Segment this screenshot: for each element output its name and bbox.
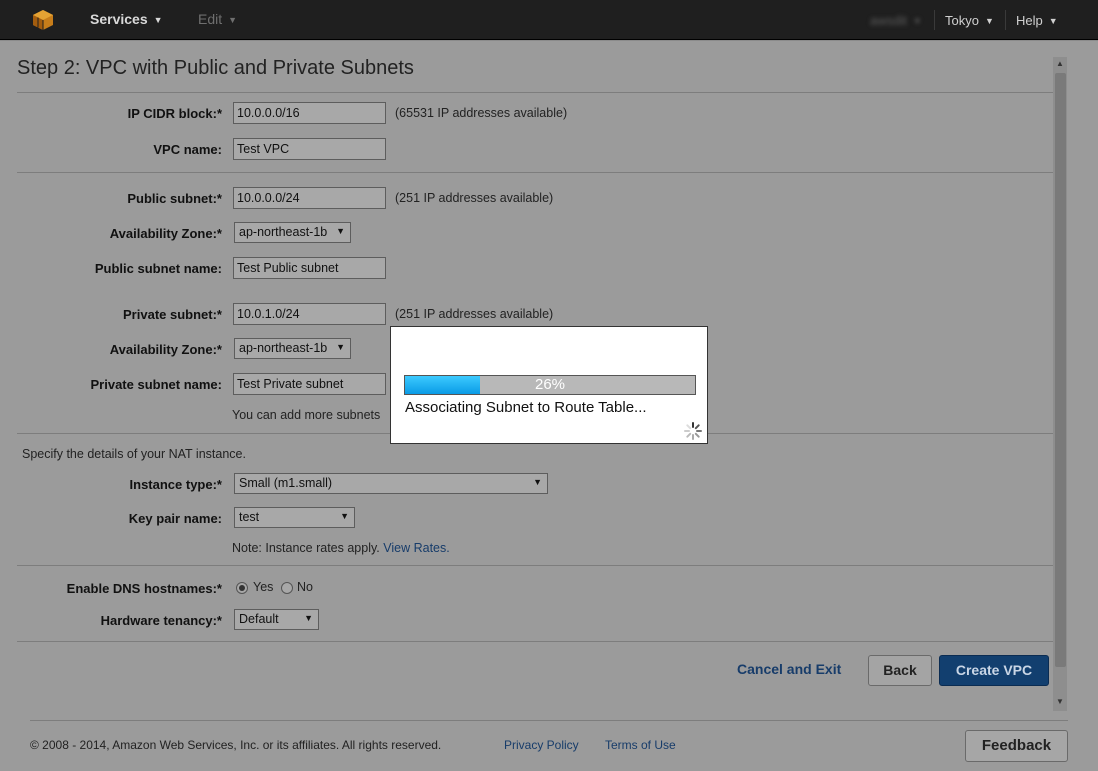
nat-intro-text: Specify the details of your NAT instance… xyxy=(22,447,246,461)
footer-divider xyxy=(30,720,1068,721)
instance-type-select[interactable]: Small (m1.small) ▼ xyxy=(234,473,548,494)
help-menu-label: Help xyxy=(1016,13,1043,28)
divider xyxy=(17,172,1053,173)
divider xyxy=(17,92,1053,93)
scrollbar-thumb[interactable] xyxy=(1055,73,1066,667)
dropdown-arrow-icon: ▼ xyxy=(533,477,542,487)
private-az-value: ap-northeast-1b xyxy=(239,341,328,355)
instance-type-value: Small (m1.small) xyxy=(239,476,333,490)
key-pair-value: test xyxy=(239,510,260,524)
chevron-down-icon: ▼ xyxy=(228,15,238,25)
vpc-name-label: VPC name: xyxy=(153,142,222,157)
top-nav-bar: Services ▼ Edit ▼ awsdit ▼ Tokyo ▼ Help ▼ xyxy=(0,0,1098,40)
key-pair-select[interactable]: test ▼ xyxy=(234,507,355,528)
public-subnet-input[interactable]: 10.0.0.0/24 xyxy=(233,187,386,209)
divider xyxy=(17,641,1053,642)
edit-menu-label: Edit xyxy=(198,11,223,27)
nav-divider xyxy=(1005,10,1006,30)
copyright-text: © 2008 - 2014, Amazon Web Services, Inc.… xyxy=(30,738,442,752)
dns-no-radio[interactable] xyxy=(281,582,293,594)
rates-note-text: Note: Instance rates apply. xyxy=(232,541,380,555)
cancel-and-exit-link[interactable]: Cancel and Exit xyxy=(737,661,841,677)
public-subnet-label: Public subnet:* xyxy=(127,191,222,206)
progress-dialog: 26% Associating Subnet to Route Table... xyxy=(390,326,708,444)
page-title: Step 2: VPC with Public and Private Subn… xyxy=(17,57,414,79)
instance-type-label: Instance type:* xyxy=(129,477,222,492)
private-subnet-label: Private subnet:* xyxy=(123,307,222,322)
view-rates-link[interactable]: View Rates. xyxy=(383,541,449,555)
chevron-down-icon: ▼ xyxy=(984,16,994,26)
aws-logo-icon[interactable] xyxy=(32,9,54,31)
edit-menu[interactable]: Edit ▼ xyxy=(198,11,237,27)
private-subnet-note: (251 IP addresses available) xyxy=(395,307,554,321)
hardware-tenancy-select[interactable]: Default ▼ xyxy=(234,609,319,630)
back-button[interactable]: Back xyxy=(868,655,932,686)
cidr-block-input[interactable]: 10.0.0.0/16 xyxy=(233,102,386,124)
dns-yes-radio[interactable] xyxy=(236,582,248,594)
region-menu[interactable]: Tokyo ▼ xyxy=(945,13,994,28)
dropdown-arrow-icon: ▼ xyxy=(304,613,313,623)
dns-yes-label: Yes xyxy=(253,580,274,594)
nav-divider xyxy=(934,10,935,30)
private-az-select[interactable]: ap-northeast-1b ▼ xyxy=(234,338,351,359)
dns-no-label: No xyxy=(297,580,313,594)
private-subnet-name-input[interactable]: Test Private subnet xyxy=(233,373,386,395)
help-menu[interactable]: Help ▼ xyxy=(1016,13,1058,28)
privacy-policy-link[interactable]: Privacy Policy xyxy=(504,738,579,752)
public-subnet-note: (251 IP addresses available) xyxy=(395,191,554,205)
private-subnet-input[interactable]: 10.0.1.0/24 xyxy=(233,303,386,325)
private-az-label: Availability Zone:* xyxy=(109,342,222,357)
progress-bar: 26% xyxy=(404,375,696,395)
scroll-up-arrow-icon[interactable]: ▲ xyxy=(1053,57,1067,71)
region-menu-label: Tokyo xyxy=(945,13,979,28)
public-az-label: Availability Zone:* xyxy=(109,226,222,241)
dropdown-arrow-icon: ▼ xyxy=(336,342,345,352)
divider xyxy=(17,565,1053,566)
hardware-tenancy-value: Default xyxy=(239,612,279,626)
public-az-value: ap-northeast-1b xyxy=(239,225,328,239)
terms-of-use-link[interactable]: Terms of Use xyxy=(605,738,676,752)
cidr-block-note: (65531 IP addresses available) xyxy=(395,106,568,120)
progress-percent-label: 26% xyxy=(534,376,566,393)
dropdown-arrow-icon: ▼ xyxy=(336,226,345,236)
vpc-name-input[interactable]: Test VPC xyxy=(233,138,386,160)
private-subnet-name-label: Private subnet name: xyxy=(90,377,223,392)
chevron-down-icon: ▼ xyxy=(912,16,922,26)
progress-message: Associating Subnet to Route Table... xyxy=(405,399,647,416)
more-subnets-note: You can add more subnets xyxy=(232,408,381,422)
hardware-tenancy-label: Hardware tenancy:* xyxy=(100,613,222,628)
cidr-block-label: IP CIDR block:* xyxy=(127,106,222,121)
key-pair-label: Key pair name: xyxy=(128,511,222,526)
public-subnet-name-input[interactable]: Test Public subnet xyxy=(233,257,386,279)
public-az-select[interactable]: ap-northeast-1b ▼ xyxy=(234,222,351,243)
public-subnet-name-label: Public subnet name: xyxy=(94,261,222,276)
chevron-down-icon: ▼ xyxy=(153,15,163,25)
services-menu-label: Services xyxy=(90,11,148,27)
feedback-button[interactable]: Feedback xyxy=(965,730,1068,762)
user-menu-label: awsdit xyxy=(870,13,907,28)
scroll-down-arrow-icon[interactable]: ▼ xyxy=(1053,695,1067,709)
create-vpc-button[interactable]: Create VPC xyxy=(939,655,1049,686)
dns-hostnames-label: Enable DNS hostnames:* xyxy=(66,581,222,596)
user-menu[interactable]: awsdit ▼ xyxy=(870,13,922,28)
loading-spinner-icon xyxy=(684,422,702,440)
services-menu[interactable]: Services ▼ xyxy=(90,11,163,27)
dropdown-arrow-icon: ▼ xyxy=(340,511,349,521)
chevron-down-icon: ▼ xyxy=(1048,16,1058,26)
rates-note: Note: Instance rates apply. View Rates. xyxy=(232,541,450,555)
